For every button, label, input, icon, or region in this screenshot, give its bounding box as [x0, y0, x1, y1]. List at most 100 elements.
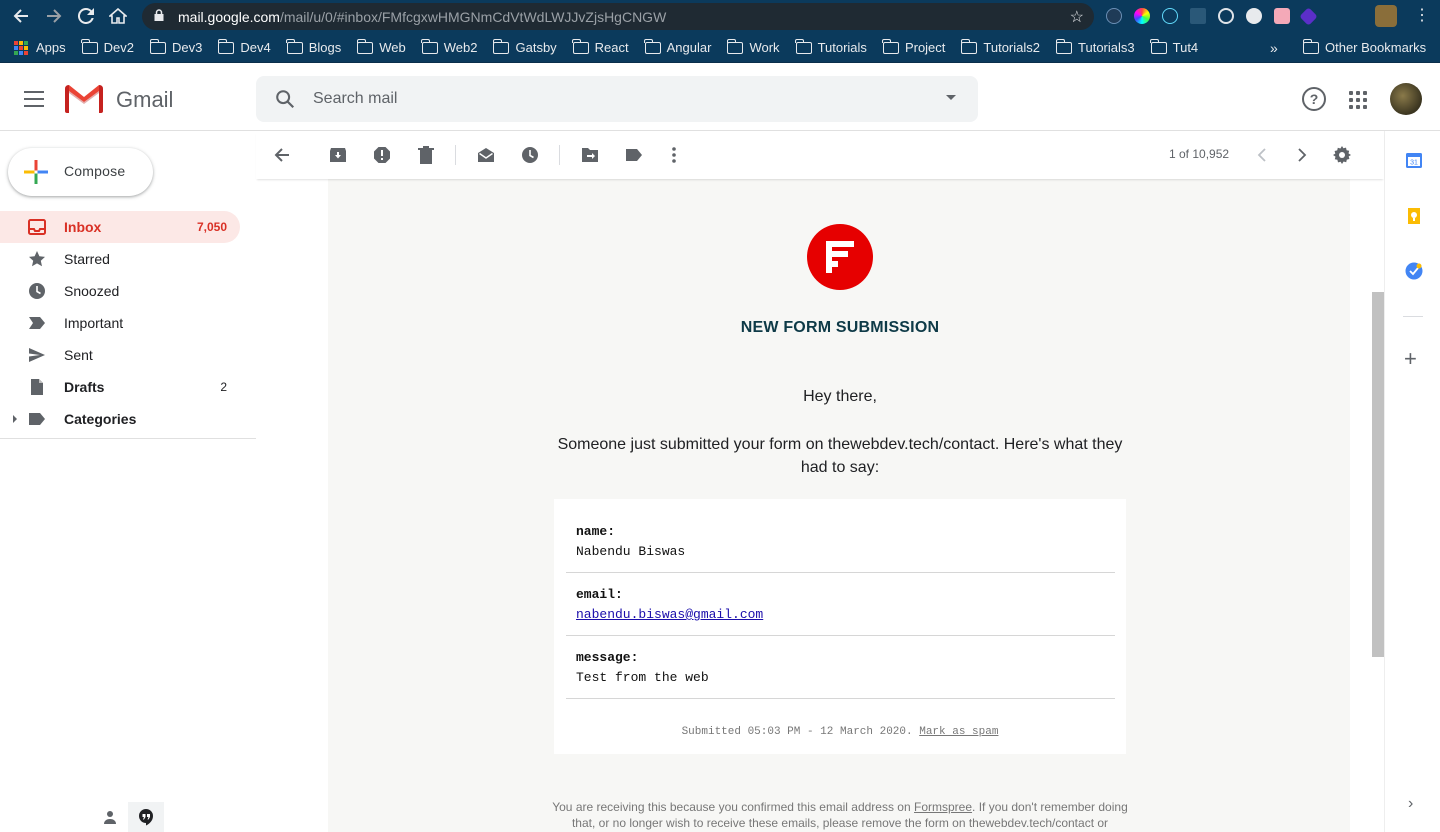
bookmark-folder[interactable]: Angular	[644, 38, 711, 55]
bookmark-apps[interactable]: Apps	[14, 40, 66, 55]
archive-icon[interactable]	[326, 143, 350, 167]
bookmark-folder[interactable]: Gatsby	[492, 38, 557, 55]
react-devtools-icon[interactable]	[1162, 8, 1178, 24]
gmail-wordmark[interactable]: Gmail	[116, 87, 173, 113]
toolbar-divider	[559, 145, 560, 165]
email-greeting: Hey there,	[803, 388, 877, 405]
scrollbar-thumb[interactable]	[1372, 292, 1384, 657]
settings-gear-icon[interactable]	[1330, 143, 1354, 167]
bookmarks-overflow-button[interactable]: »	[1270, 40, 1278, 56]
account-avatar[interactable]	[1390, 83, 1422, 115]
address-bar[interactable]: mail.google.com/mail/u/0/#inbox/FMfcgxwH…	[142, 3, 1094, 30]
h-extension-icon[interactable]	[1246, 8, 1262, 24]
bookmark-folder[interactable]: Web2	[421, 38, 477, 55]
bookmark-folder[interactable]: Tutorials	[795, 38, 867, 55]
keep-icon[interactable]	[1405, 207, 1423, 225]
delete-icon[interactable]	[414, 143, 438, 167]
folder-icon	[644, 38, 661, 54]
prev-icon[interactable]	[1250, 143, 1274, 167]
message-toolbar: 1 of 10,952	[256, 131, 1384, 179]
expand-caret-icon[interactable]	[13, 415, 17, 423]
draft-count: 2	[220, 380, 227, 394]
bookmark-folder[interactable]: Dev3	[149, 38, 202, 55]
expand-panel-chevron-icon[interactable]: ›	[1408, 795, 1413, 813]
bookmark-star-icon[interactable]: ☆	[1070, 7, 1084, 27]
snooze-icon[interactable]	[518, 143, 542, 167]
bookmark-label: Other Bookmarks	[1325, 40, 1427, 55]
bookmark-label: Web	[379, 40, 406, 55]
send-icon	[28, 346, 46, 364]
lock-icon	[154, 9, 168, 24]
submission-card: name: Nabendu Biswas email: nabendu.bisw…	[554, 499, 1126, 754]
star-icon	[28, 250, 46, 268]
submitted-timestamp: Submitted 05:03 PM - 12 March 2020.	[681, 726, 913, 738]
move-to-icon[interactable]	[578, 143, 602, 167]
extensions-row	[1106, 5, 1318, 27]
email-link[interactable]: nabendu.biswas@gmail.com	[576, 607, 763, 622]
sidebar-item-categories[interactable]: Categories	[0, 403, 240, 435]
bookmark-folder[interactable]: Dev2	[81, 38, 134, 55]
record-extension-icon[interactable]	[1274, 8, 1290, 24]
calendar-icon[interactable]: 31	[1405, 151, 1423, 169]
draft-icon	[28, 378, 46, 396]
compose-plus-icon	[24, 160, 48, 184]
browser-menu-icon[interactable]: ⋮	[1414, 7, 1430, 25]
search-box[interactable]: Search mail	[256, 76, 978, 122]
formspree-link[interactable]: Formspree	[914, 800, 972, 814]
other-bookmarks-folder[interactable]: Other Bookmarks	[1302, 38, 1427, 55]
bookmark-label: Tutorials	[817, 40, 867, 55]
browser-home-icon[interactable]	[102, 0, 134, 32]
pen-extension-icon[interactable]	[1190, 8, 1206, 24]
sidebar-item-inbox[interactable]: Inbox 7,050	[0, 211, 240, 243]
profile-avatar[interactable]	[1375, 5, 1397, 27]
main-menu-icon[interactable]	[24, 91, 44, 107]
browser-reload-icon[interactable]	[70, 0, 102, 32]
next-icon[interactable]	[1290, 143, 1314, 167]
sidebar-item-snoozed[interactable]: Snoozed	[0, 275, 240, 307]
sidebar-item-sent[interactable]: Sent	[0, 339, 240, 371]
hangouts-icon[interactable]	[128, 802, 164, 832]
search-input[interactable]: Search mail	[313, 90, 397, 108]
color-wheel-extension-icon[interactable]	[1134, 8, 1150, 24]
browser-back-icon[interactable]	[5, 0, 37, 32]
sidebar-item-label: Important	[64, 315, 124, 331]
back-arrow-icon[interactable]	[270, 143, 294, 167]
bookmark-folder[interactable]: Tutorials2	[960, 38, 1040, 55]
extension-icon[interactable]	[1106, 8, 1122, 24]
mark-unread-icon[interactable]	[474, 143, 498, 167]
bookmark-folder[interactable]: Web	[356, 38, 406, 55]
bookmark-folder[interactable]: Project	[882, 38, 945, 55]
google-apps-icon[interactable]	[1349, 91, 1367, 109]
bookmark-label: React	[594, 40, 629, 55]
bookmark-folder[interactable]: React	[572, 38, 629, 55]
compose-button[interactable]: Compose	[8, 148, 153, 196]
bookmark-folder[interactable]: Dev4	[217, 38, 271, 55]
contacts-person-icon[interactable]	[92, 802, 128, 832]
browser-toolbar: mail.google.com/mail/u/0/#inbox/FMfcgxwH…	[0, 0, 1440, 33]
search-options-dropdown-icon[interactable]	[946, 95, 956, 100]
sidebar-item-important[interactable]: Important	[0, 307, 240, 339]
browser-forward-icon[interactable]	[38, 0, 70, 32]
bookmark-folder[interactable]: Tut4	[1150, 38, 1198, 55]
bookmark-folder[interactable]: Tutorials3	[1055, 38, 1135, 55]
email-intro: Someone just submitted your form on thew…	[557, 436, 1123, 476]
sidebar-item-starred[interactable]: Starred	[0, 243, 240, 275]
folder-icon	[1302, 38, 1319, 54]
tasks-icon[interactable]	[1405, 262, 1423, 280]
bookmark-folder[interactable]: Blogs	[286, 38, 341, 55]
help-icon[interactable]: ?	[1302, 87, 1326, 111]
sidebar-item-drafts[interactable]: Drafts 2	[0, 371, 240, 403]
get-addons-plus-icon[interactable]: +	[1404, 348, 1417, 370]
report-spam-icon[interactable]	[370, 143, 394, 167]
labels-icon[interactable]	[622, 143, 646, 167]
folder-icon	[1055, 38, 1073, 54]
bookmark-folder[interactable]: Work	[726, 38, 780, 55]
search-icon[interactable]	[274, 88, 296, 110]
sidebar-item-label: Sent	[64, 347, 93, 363]
mark-as-spam-link[interactable]: Mark as spam	[919, 726, 998, 738]
folder-icon	[572, 38, 589, 54]
target-extension-icon[interactable]	[1218, 8, 1234, 24]
purple-extension-icon[interactable]	[1299, 6, 1318, 26]
gmail-logo-icon[interactable]	[65, 85, 103, 113]
more-vert-icon[interactable]	[662, 143, 686, 167]
